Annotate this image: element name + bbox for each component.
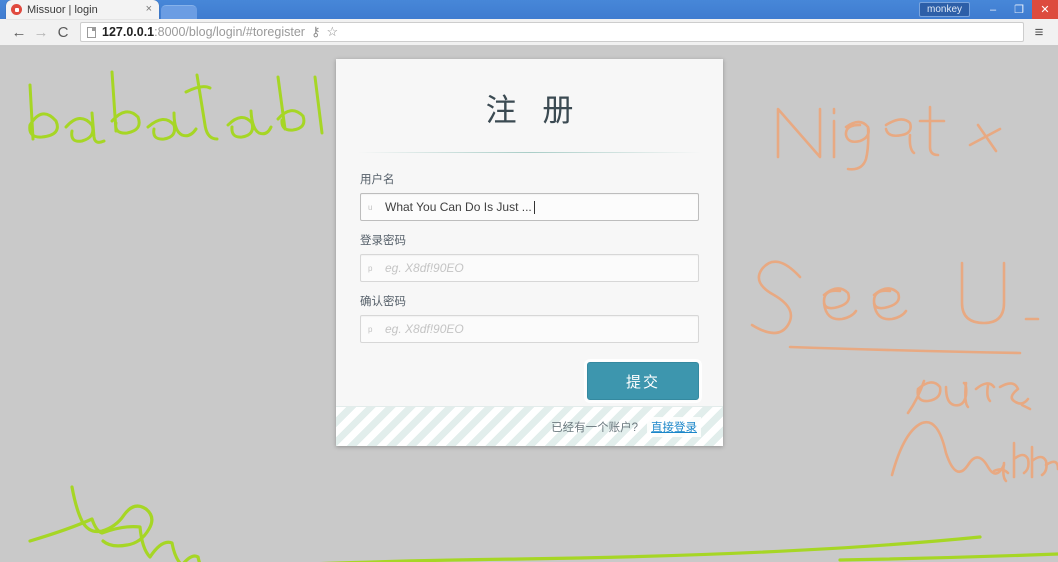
submit-button[interactable]: 提交 <box>587 362 699 400</box>
user-icon: u <box>368 202 373 212</box>
url-host: 127.0.0.1 <box>102 25 155 39</box>
window-controls: monkey – ❐ ✕ <box>918 0 1058 19</box>
page-canvas: 注 册 用户名 u What You Can Do Is Just ... 登录… <box>0 47 1058 562</box>
browser-nav-bar: ← → C 127.0.0.1:8000/blog/login/#toregis… <box>0 19 1058 46</box>
tab-title: Missuor | login <box>27 3 98 16</box>
username-input[interactable]: u What You Can Do Is Just ... <box>360 193 699 221</box>
bookmark-star-icon[interactable]: ☆ <box>326 24 338 40</box>
browser-tab[interactable]: Missuor | login × <box>6 0 159 19</box>
close-window-button[interactable]: ✕ <box>1032 0 1058 19</box>
login-link[interactable]: 直接登录 <box>647 416 701 437</box>
page-title: 注 册 <box>485 93 583 128</box>
lock-icon: p <box>368 263 373 273</box>
forward-icon[interactable]: → <box>30 21 52 43</box>
address-bar[interactable]: 127.0.0.1:8000/blog/login/#toregister ⚷ … <box>80 22 1024 42</box>
password-label: 登录密码 <box>360 235 406 247</box>
register-form: 用户名 u What You Can Do Is Just ... 登录密码 p… <box>336 153 723 343</box>
form-actions: 提交 <box>336 354 723 400</box>
username-label: 用户名 <box>360 174 395 186</box>
page-info-icon <box>87 26 96 38</box>
text-caret <box>533 200 535 214</box>
confirm-password-input[interactable]: p eg. X8df!90EO <box>360 315 699 343</box>
lock-icon: p <box>368 324 373 334</box>
maximize-button[interactable]: ❐ <box>1006 0 1032 19</box>
url-path: :8000/blog/login/#toregister <box>154 25 305 39</box>
url-text: 127.0.0.1:8000/blog/login/#toregister <box>102 25 305 39</box>
key-icon[interactable]: ⚷ <box>311 24 321 40</box>
existing-account-text: 已经有一个账户? <box>551 421 638 434</box>
card-footer: 已经有一个账户? 直接登录 <box>336 406 723 446</box>
register-card: 注 册 用户名 u What You Can Do Is Just ... 登录… <box>336 59 723 446</box>
reload-icon[interactable]: C <box>52 21 74 43</box>
field-username: 用户名 u What You Can Do Is Just ... <box>360 171 699 221</box>
field-confirm-password: 确认密码 p eg. X8df!90EO <box>360 293 699 343</box>
menu-icon[interactable]: ≡ <box>1028 21 1050 43</box>
favicon-icon <box>11 4 22 15</box>
password-input[interactable]: p eg. X8df!90EO <box>360 254 699 282</box>
profile-name-badge[interactable]: monkey <box>918 2 970 17</box>
close-tab-icon[interactable]: × <box>144 4 154 15</box>
password-placeholder: eg. X8df!90EO <box>385 261 464 275</box>
confirm-password-placeholder: eg. X8df!90EO <box>385 322 464 336</box>
minimize-button[interactable]: – <box>980 0 1006 19</box>
browser-title-bar: Missuor | login × monkey – ❐ ✕ <box>0 0 1058 19</box>
browser-window: Missuor | login × monkey – ❐ ✕ ← → C 127… <box>0 0 1058 562</box>
new-tab-button[interactable] <box>161 5 197 19</box>
back-icon[interactable]: ← <box>8 21 30 43</box>
username-value: What You Can Do Is Just ... <box>385 200 532 214</box>
confirm-password-label: 确认密码 <box>360 296 406 308</box>
omnibox-tools: ⚷ ☆ <box>311 24 338 40</box>
field-password: 登录密码 p eg. X8df!90EO <box>360 232 699 282</box>
